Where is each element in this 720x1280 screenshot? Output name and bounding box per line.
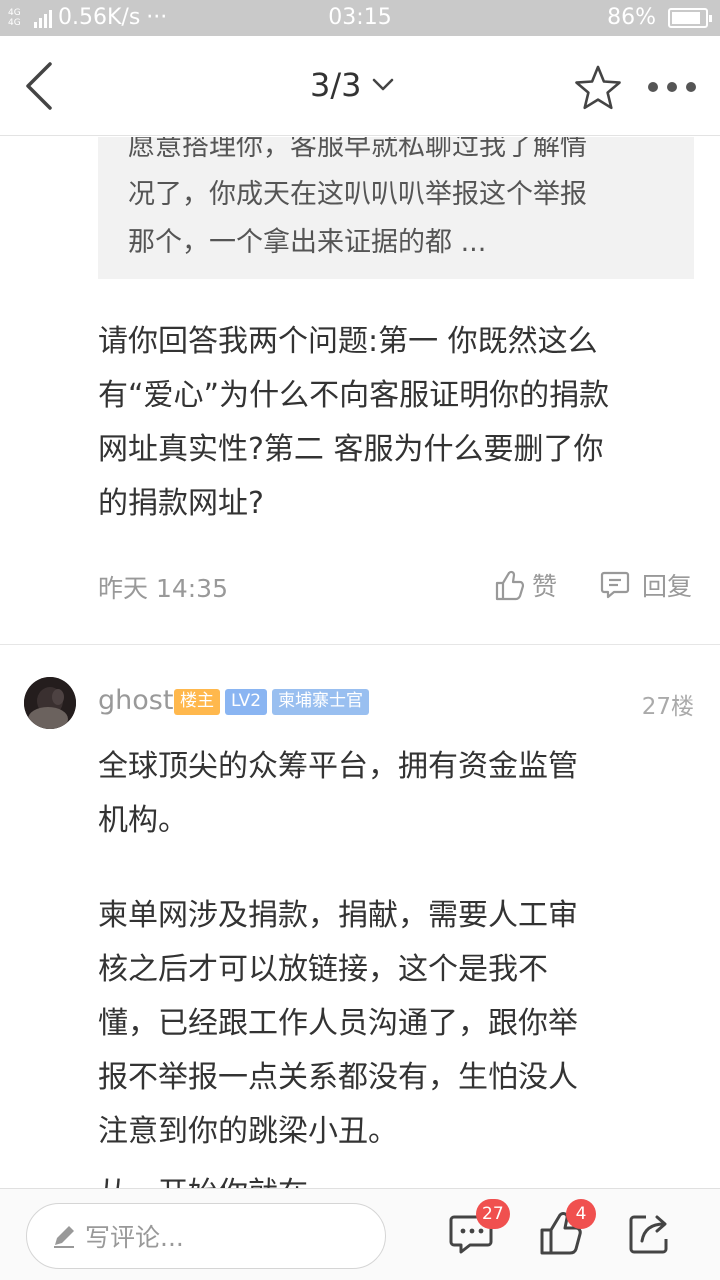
level-badge: LV2 <box>225 689 268 715</box>
post-line: 注意到你的跳梁小丑。 <box>98 1114 398 1149</box>
reply-label: 回复 <box>642 572 693 601</box>
bottom-action-bar: 写评论... 27 4 <box>0 1188 720 1280</box>
top-nav-bar: 3/3 <box>0 36 720 136</box>
comments-button[interactable]: 27 <box>448 1199 510 1257</box>
reply-line: 有“爱心”为什么不向客服证明你的捐款 <box>98 378 610 413</box>
reply-line: 请你回答我两个问题:第一 你既然这么 <box>98 324 598 359</box>
reply-meta: 昨天 14:35 赞 回复 <box>98 567 694 607</box>
status-bar: 4G 4G 0.56K/s ··· 03:15 86% <box>0 0 720 36</box>
comment-icon <box>600 571 630 599</box>
post-line: 报不举报一点关系都没有，生怕没人 <box>98 1060 578 1095</box>
status-right: 86% <box>607 5 712 30</box>
username[interactable]: ghost <box>98 685 173 716</box>
quoted-line: 那个，一个拿出来证据的都 ... <box>128 227 487 258</box>
share-button[interactable] <box>626 1209 674 1257</box>
post-line: 核之后才可以放链接，这个是我不 <box>98 952 548 987</box>
share-icon <box>629 1215 668 1254</box>
reply-button[interactable]: 回复 <box>600 567 692 603</box>
page-selector[interactable]: 3/3 <box>310 66 394 104</box>
thumbs-up-icon <box>495 570 524 601</box>
page-indicator: 3/3 <box>310 66 362 104</box>
quoted-comment: 愿意搭理你，客服早就私聊过我了解情 况了，你成天在这叭叭叭举报这个举报 那个，一… <box>98 137 694 279</box>
battery-icon <box>668 7 712 28</box>
reply-line: 网址真实性?第二 客服为什么要删了你 <box>98 432 604 467</box>
comment-scroll-area[interactable]: 愿意搭理你，客服早就私聊过我了解情 况了，你成天在这叭叭叭举报这个举报 那个，一… <box>0 137 720 1188</box>
post-line: 懂，已经跟工作人员沟通了，跟你举 <box>98 1006 578 1041</box>
comment-input[interactable]: 写评论... <box>26 1203 386 1269</box>
like-label: 赞 <box>532 572 558 601</box>
like-post-button[interactable]: 4 <box>538 1199 596 1257</box>
more-options-icon[interactable] <box>646 80 698 94</box>
like-button[interactable]: 赞 <box>494 567 557 603</box>
post-paragraph: 柬单网涉及捐款，捐献，需要人工审 核之后才可以放链接，这个是我不 懂，已经跟工作… <box>98 889 688 1159</box>
avatar-image <box>24 677 76 729</box>
like-count-badge: 4 <box>566 1199 596 1229</box>
star-favorite-icon[interactable] <box>574 64 622 110</box>
post-line: 全球顶尖的众筹平台，拥有资金监管 <box>98 749 578 784</box>
battery-percent: 86% <box>607 5 656 30</box>
floor-number: 27楼 <box>641 694 694 720</box>
post-paragraph-partial: 从一开始你就在… <box>98 1167 688 1188</box>
quoted-line: 况了，你成天在这叭叭叭举报这个举报 <box>128 179 587 210</box>
post-line: 柬单网涉及捐款，捐献，需要人工审 <box>98 898 578 933</box>
title-badge: 柬埔寨士官 <box>272 689 370 715</box>
user-badges: 楼主 LV2 柬埔寨士官 <box>174 689 370 715</box>
chevron-down-icon <box>372 78 393 91</box>
reply-text: 请你回答我两个问题:第一 你既然这么 有“爱心”为什么不向客服证明你的捐款 网址… <box>98 315 688 531</box>
comment-placeholder: 写评论... <box>85 1223 184 1252</box>
pencil-icon <box>54 1226 74 1248</box>
host-badge: 楼主 <box>174 689 220 715</box>
post-paragraph: 全球顶尖的众筹平台，拥有资金监管 机构。 <box>98 740 688 848</box>
floor-header: ghost 楼主 LV2 柬埔寨士官 27楼 <box>0 677 720 733</box>
post-line: 机构。 <box>98 803 188 838</box>
divider <box>0 644 720 645</box>
quoted-line: 愿意搭理你，客服早就私聊过我了解情 <box>128 137 587 162</box>
back-arrow-icon[interactable] <box>20 60 64 112</box>
reply-time: 昨天 14:35 <box>98 574 228 603</box>
comment-count-badge: 27 <box>476 1199 510 1229</box>
avatar[interactable] <box>24 677 76 729</box>
reply-line: 的捐款网址? <box>98 486 264 521</box>
